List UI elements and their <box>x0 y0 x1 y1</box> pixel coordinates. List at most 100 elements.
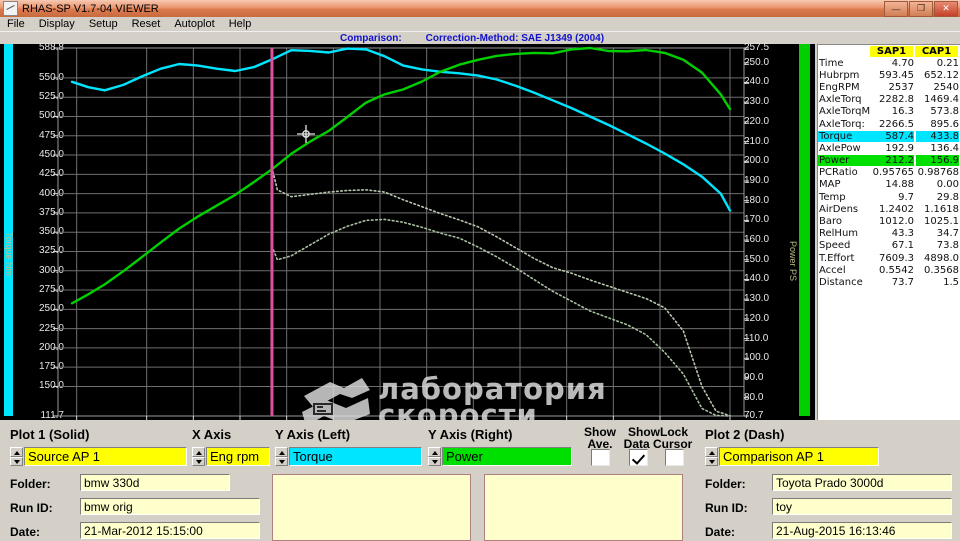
table-row: Distance 73.7 1.5 <box>818 276 960 288</box>
row-value-sap1: 2266.5 <box>879 118 914 130</box>
showlock-checkbox[interactable] <box>629 449 648 466</box>
row-label: EngRPM <box>819 81 860 93</box>
minimize-button[interactable]: — <box>884 0 908 17</box>
row-value-cap1: 136.4 <box>930 142 959 154</box>
readout-table: SAP1 CAP1 Time 4.70 0.21 Hubrpm 593.45 652.12… <box>817 44 960 422</box>
row-value-cap1: 2540 <box>933 81 959 93</box>
window-title: RHAS-SP V1.7-04 VIEWER <box>22 2 159 15</box>
plot1-date-field: 21-Mar-2012 15:15:00 <box>80 522 260 539</box>
row-value-sap1: 73.7 <box>891 276 914 288</box>
table-row: Baro 1012.0 1025.1 <box>818 215 960 227</box>
menu-reset[interactable]: Reset <box>125 18 168 31</box>
plot1-source-combo[interactable]: Source AP 1 <box>24 447 187 466</box>
row-value-sap1: 212.2 <box>871 155 914 167</box>
series-line <box>70 47 732 212</box>
plot2-runid-field[interactable]: toy <box>772 498 952 515</box>
row-label: MAP <box>819 179 841 191</box>
row-value-cap1: 433.8 <box>916 130 959 142</box>
table-row: Power 212.2 156.9 <box>818 155 960 167</box>
row-label: T.Effort <box>819 252 855 264</box>
show-ave-checkbox[interactable] <box>591 449 610 466</box>
application-window: RHAS-SP V1.7-04 VIEWER — ❐ ✕ File Displa… <box>0 0 960 541</box>
row-value-sap1: 1.2402 <box>879 203 914 215</box>
showlock-data-cursor-label: ShowLock Data Cursor <box>623 425 693 451</box>
row-value-sap1: 43.3 <box>891 228 914 240</box>
plot1-folder-field[interactable]: bmw 330d <box>80 474 230 491</box>
row-label: Accel <box>819 264 846 276</box>
row-label: AxlePow <box>819 142 861 154</box>
row-value-cap1: 1.1618 <box>924 203 959 215</box>
row-value-sap1: 2282.8 <box>879 94 914 106</box>
menu-display[interactable]: Display <box>32 18 82 31</box>
plot2-source-spinner[interactable] <box>705 447 718 466</box>
plot2-date-field: 21-Aug-2015 16:13:46 <box>772 522 952 539</box>
table-row: AxleTorq 2282.8 1469.4 <box>818 94 960 106</box>
row-value-sap1: 192.9 <box>885 142 914 154</box>
row-value-cap1: 4898.0 <box>924 252 959 264</box>
y-axis-right-title-label: Y Axis (Right) <box>428 427 513 442</box>
plot2-date-label: Date: <box>705 525 736 539</box>
row-value-sap1: 4.70 <box>891 57 914 69</box>
row-value-sap1: 1012.0 <box>879 216 914 228</box>
plot2-runid-label: Run ID: <box>705 501 748 515</box>
table-row: EngRPM 2537 2540 <box>818 81 960 93</box>
plot1-source-spinner[interactable] <box>10 447 23 466</box>
table-row: Time 4.70 0.21 <box>818 57 960 69</box>
column-header-sap1: SAP1 <box>870 45 913 57</box>
column-header-cap1: CAP1 <box>915 45 958 57</box>
table-row: Torque 587.4 433.8 <box>818 130 960 142</box>
menu-autoplot[interactable]: Autoplot <box>167 18 221 31</box>
plot1-notes-area[interactable] <box>272 474 471 541</box>
menu-bar: File Display Setup Reset Autoplot Help <box>0 17 960 31</box>
row-label: Speed <box>819 240 851 252</box>
plot1-runid-field[interactable]: bmw orig <box>80 498 260 515</box>
x-axis-spinner[interactable] <box>192 447 205 466</box>
plot1-date-label: Date: <box>10 525 41 539</box>
readout-table-header: SAP1 CAP1 <box>818 45 960 57</box>
x-axis-combo[interactable]: Eng rpm <box>206 447 270 466</box>
y-axis-left-spinner[interactable] <box>275 447 288 466</box>
control-panel: Plot 1 (Solid) Source AP 1 Folder: bmw 3… <box>0 420 960 541</box>
plot1-title: Plot 1 (Solid) <box>10 427 90 442</box>
y-axis-right-spinner[interactable] <box>428 447 441 466</box>
readout-table-body: Time 4.70 0.21 Hubrpm 593.45 652.12 EngRPM 2537… <box>818 57 960 289</box>
row-value-sap1: 2537 <box>888 81 914 93</box>
row-value-cap1: 895.6 <box>930 118 959 130</box>
menu-help[interactable]: Help <box>222 18 259 31</box>
plot1-folder-label: Folder: <box>10 477 51 491</box>
row-value-cap1: 652.12 <box>924 69 959 81</box>
plot2-notes-area[interactable] <box>484 474 683 541</box>
table-row: Speed 67.1 73.8 <box>818 240 960 252</box>
series-line <box>271 166 731 417</box>
maximize-button[interactable]: ❐ <box>909 0 933 17</box>
row-label: Temp <box>819 191 846 203</box>
table-row: Hubrpm 593.45 652.12 <box>818 69 960 81</box>
y-axis-right-combo[interactable]: Power <box>442 447 572 466</box>
row-value-sap1: 67.1 <box>891 240 914 252</box>
table-row: AirDens 1.2402 1.1618 <box>818 203 960 215</box>
row-value-cap1: 1.5 <box>943 276 959 288</box>
menu-setup[interactable]: Setup <box>82 18 125 31</box>
y-axis-left-combo[interactable]: Torque <box>289 447 422 466</box>
row-value-cap1: 0.98768 <box>917 167 959 179</box>
plot2-folder-field[interactable]: Toyota Prado 3000d <box>772 474 952 491</box>
comparison-label: Comparison: <box>340 33 402 44</box>
row-label: Baro <box>819 216 842 228</box>
row-value-sap1: 587.4 <box>871 130 914 142</box>
row-value-sap1: 9.7 <box>898 191 914 203</box>
row-label: Power <box>818 155 871 167</box>
table-row: Temp 9.7 29.8 <box>818 191 960 203</box>
row-value-cap1: 0.21 <box>936 57 959 69</box>
row-value-sap1: 14.88 <box>885 179 914 191</box>
row-label: AirDens <box>819 203 859 215</box>
data-cursor-checkbox[interactable] <box>665 449 684 466</box>
plot2-source-combo[interactable]: Comparison AP 1 <box>719 447 879 466</box>
row-value-cap1: 1025.1 <box>924 216 959 228</box>
close-button[interactable]: ✕ <box>934 0 958 17</box>
dyno-chart[interactable]: Torque Nm Power PS 588.8 550.0 525.0 500.0 4… <box>0 43 815 460</box>
row-value-cap1: 34.7 <box>936 228 959 240</box>
y-axis-left-title-label: Y Axis (Left) <box>275 427 351 442</box>
table-row: PCRatio 0.95765 0.98768 <box>818 167 960 179</box>
menu-file[interactable]: File <box>0 18 32 31</box>
row-label: AxleTorqM <box>819 106 871 118</box>
